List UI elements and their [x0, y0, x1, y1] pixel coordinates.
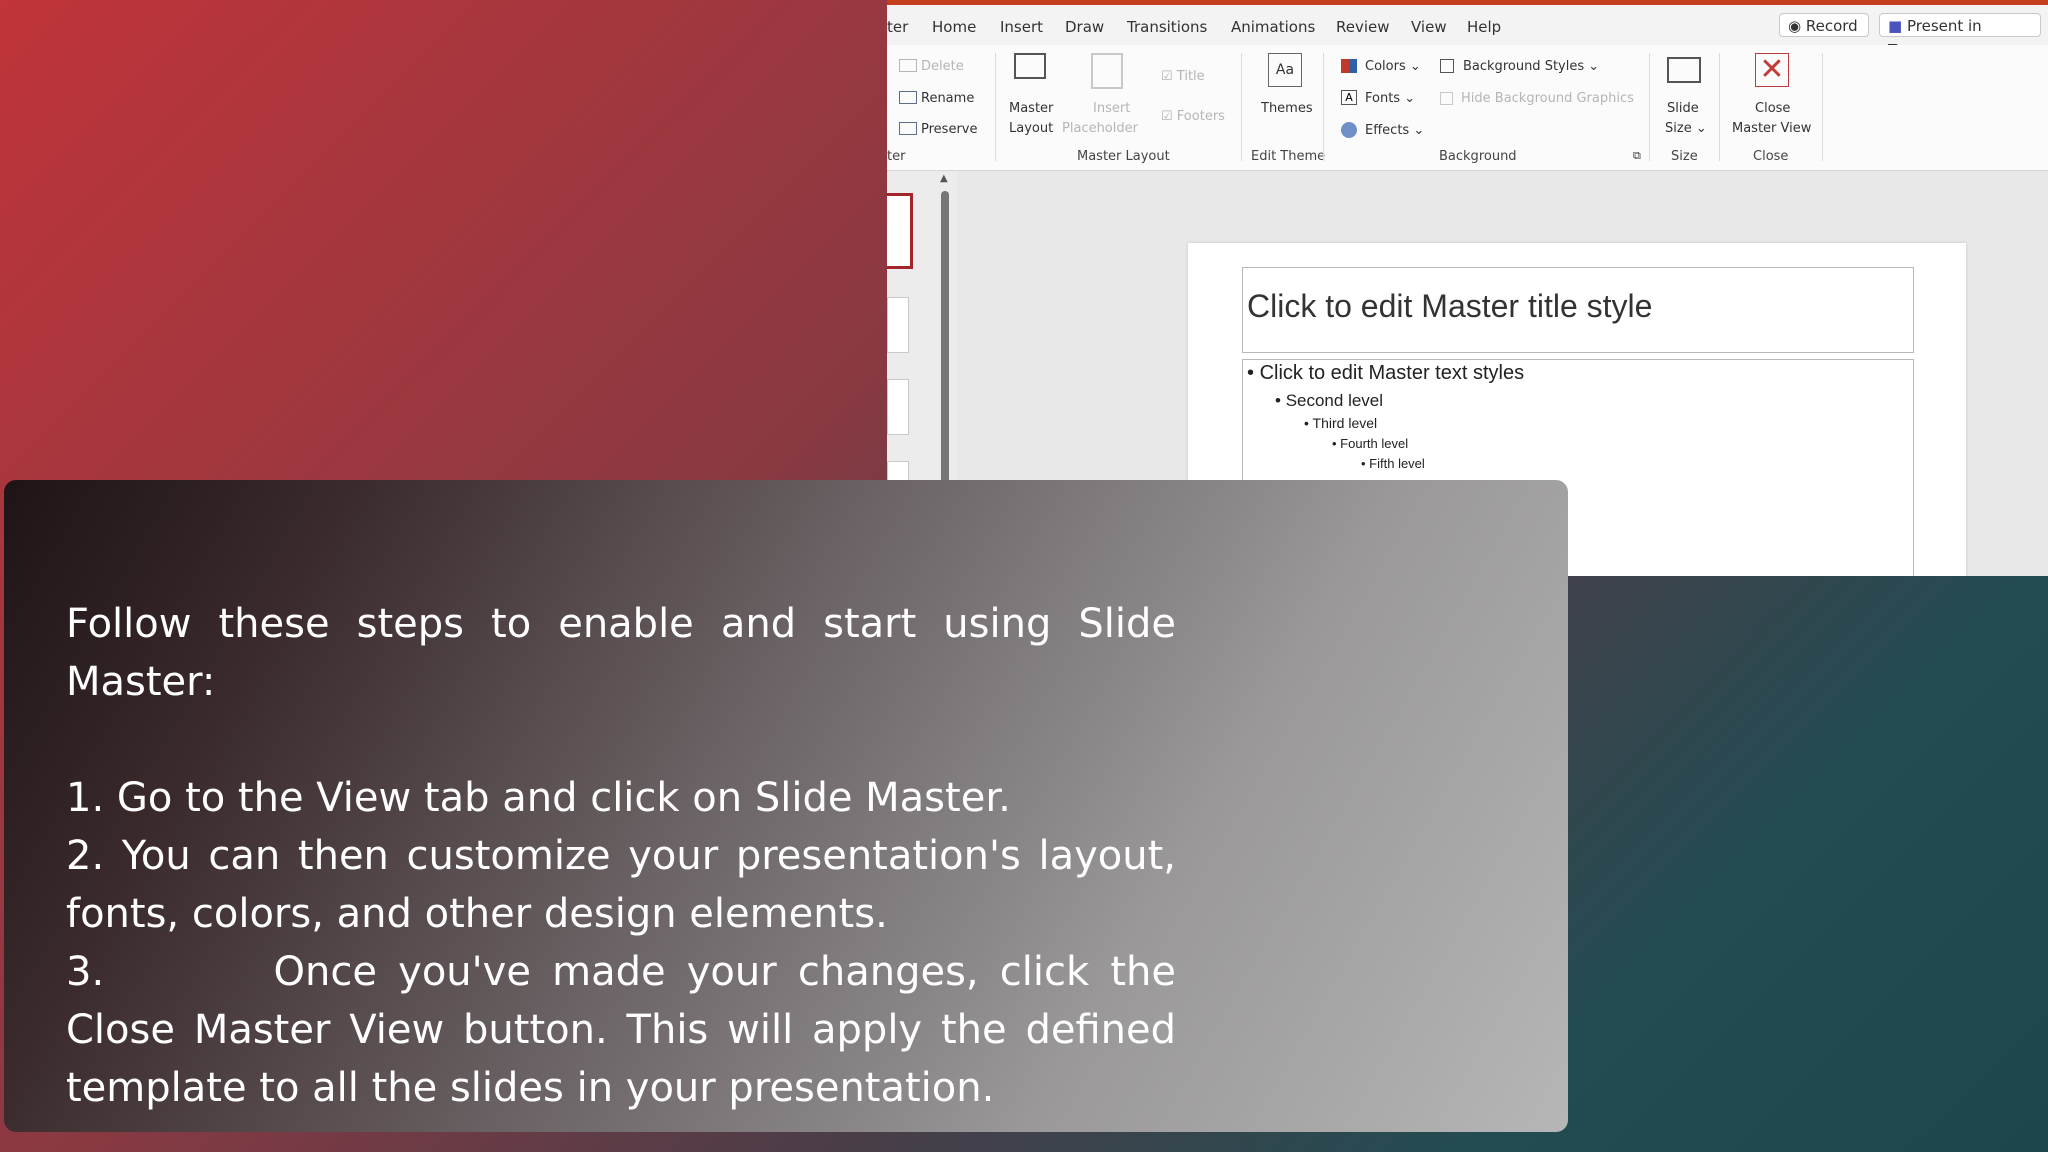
- hide-background-graphics-checkbox[interactable]: Hide Background Graphics: [1461, 91, 1634, 106]
- colors-dropdown[interactable]: Colors ⌄: [1365, 59, 1421, 74]
- instructions-text: Follow these steps to enable and start u…: [66, 595, 1176, 1117]
- preserve-icon: [899, 122, 917, 135]
- tab-transitions[interactable]: Transitions: [1127, 18, 1207, 36]
- fonts-dropdown[interactable]: Fonts ⌄: [1365, 91, 1415, 106]
- master-layout-label-2[interactable]: Layout: [1009, 121, 1053, 136]
- close-master-view-icon: ✕: [1755, 53, 1789, 87]
- insert-placeholder-icon: [1091, 53, 1123, 89]
- slide-size-icon: [1667, 57, 1701, 83]
- effects-dropdown[interactable]: Effects ⌄: [1365, 123, 1424, 138]
- step-2: 2. You can then customize your presentat…: [66, 833, 1176, 937]
- insert-placeholder-label-1[interactable]: Insert: [1093, 101, 1130, 116]
- group-label-master-layout: Master Layout: [1077, 149, 1170, 164]
- bullet-level-4: • Fourth level: [1332, 436, 1409, 451]
- present-in-teams-button[interactable]: ■ Present in Teams: [1879, 13, 2041, 59]
- thumbnail-layout[interactable]: [887, 297, 909, 353]
- ribbon-tab-bar: ter Home Insert Draw Transitions Animati…: [887, 5, 2048, 59]
- group-label-size: Size: [1671, 149, 1698, 164]
- record-button[interactable]: ◉ Record: [1779, 13, 1869, 37]
- master-layout-icon: [1014, 53, 1046, 79]
- thumbnail-layout[interactable]: [887, 379, 909, 435]
- tab-review[interactable]: Review: [1336, 18, 1390, 36]
- scrollbar-thumb[interactable]: [941, 191, 949, 491]
- tab-insert[interactable]: Insert: [1000, 18, 1043, 36]
- fonts-label: Fonts: [1365, 91, 1401, 106]
- separator: [1822, 53, 1823, 161]
- tab-help[interactable]: Help: [1467, 18, 1501, 36]
- effects-icon: [1341, 122, 1357, 138]
- close-master-view-label-2[interactable]: Master View: [1732, 121, 1811, 136]
- scroll-up-arrow-icon[interactable]: ▲: [940, 173, 948, 184]
- separator: [1719, 53, 1720, 161]
- rename-icon: [899, 91, 917, 104]
- themes-icon: Aa: [1268, 53, 1302, 87]
- bullet-level-2: • Second level: [1275, 391, 1384, 410]
- slide-size-label-1[interactable]: Slide: [1667, 101, 1699, 116]
- group-label-background: Background: [1439, 149, 1517, 164]
- slide-size-dropdown[interactable]: Size ⌄: [1665, 121, 1707, 136]
- teams-icon: ■: [1888, 17, 1903, 35]
- bullet-level-1-text: Click to edit Master text styles: [1259, 362, 1525, 384]
- step-3: 3. Once you've made your changes, click …: [66, 949, 1176, 1111]
- fonts-icon: A: [1341, 90, 1357, 105]
- background-styles-dropdown[interactable]: Background Styles ⌄: [1463, 59, 1599, 74]
- step-1: 1. Go to the View tab and click on Slide…: [66, 775, 1011, 821]
- separator: [1649, 53, 1650, 161]
- ribbon: Delete Rename Preserve ter Master Layout…: [887, 45, 2048, 171]
- tab-home[interactable]: Home: [932, 18, 976, 36]
- separator: [1323, 53, 1324, 161]
- colors-icon: [1341, 59, 1357, 73]
- themes-button[interactable]: Themes: [1261, 101, 1313, 116]
- tab-slide-master[interactable]: ter: [887, 18, 908, 36]
- delete-button[interactable]: Delete: [921, 59, 964, 74]
- bullet-level-2-text: Second level: [1285, 391, 1384, 410]
- master-layout-label-1[interactable]: Master: [1009, 101, 1053, 116]
- effects-label: Effects: [1365, 123, 1410, 138]
- bullet-level-5: • Fifth level: [1361, 456, 1425, 471]
- bullet-level-3-text: Third level: [1312, 415, 1378, 431]
- record-icon: ◉: [1788, 17, 1802, 35]
- preserve-button[interactable]: Preserve: [921, 122, 977, 137]
- delete-icon: [899, 59, 917, 72]
- title-checkbox-label: Title: [1176, 69, 1205, 84]
- record-label: Record: [1805, 17, 1858, 35]
- hide-background-checkbox-icon: [1440, 92, 1453, 105]
- separator: [1241, 53, 1242, 161]
- intro-paragraph: Follow these steps to enable and start u…: [66, 601, 1176, 705]
- tab-draw[interactable]: Draw: [1065, 18, 1104, 36]
- slide-size-label-2: Size: [1665, 121, 1692, 136]
- group-label-close: Close: [1753, 149, 1789, 164]
- background-styles-icon: [1440, 59, 1454, 73]
- footers-checkbox[interactable]: ☑ Footers: [1161, 109, 1225, 124]
- bullet-level-3: • Third level: [1304, 415, 1378, 431]
- footers-checkbox-label: Footers: [1176, 109, 1225, 124]
- close-master-view-label-1[interactable]: Close: [1755, 101, 1790, 116]
- bullet-level-5-text: Fifth level: [1369, 456, 1425, 471]
- thumbnail-master[interactable]: [887, 193, 913, 269]
- dialog-launcher-icon[interactable]: ⧉: [1633, 149, 1641, 163]
- title-checkbox[interactable]: ☑ Title: [1161, 69, 1205, 84]
- rename-button[interactable]: Rename: [921, 91, 974, 106]
- background-styles-label: Background Styles: [1463, 59, 1585, 74]
- bullet-level-4-text: Fourth level: [1340, 436, 1409, 451]
- group-label-edit-master: ter: [887, 149, 906, 164]
- master-title-text: Click to edit Master title style: [1247, 288, 1653, 324]
- tab-animations[interactable]: Animations: [1231, 18, 1315, 36]
- colors-label: Colors: [1365, 59, 1406, 74]
- group-label-edit-theme: Edit Theme: [1251, 149, 1326, 164]
- separator: [995, 53, 996, 161]
- bullet-level-1: • Click to edit Master text styles: [1247, 362, 1525, 384]
- insert-placeholder-label-2[interactable]: Placeholder: [1062, 121, 1138, 136]
- tab-view[interactable]: View: [1411, 18, 1447, 36]
- title-placeholder[interactable]: Click to edit Master title style: [1242, 267, 1914, 353]
